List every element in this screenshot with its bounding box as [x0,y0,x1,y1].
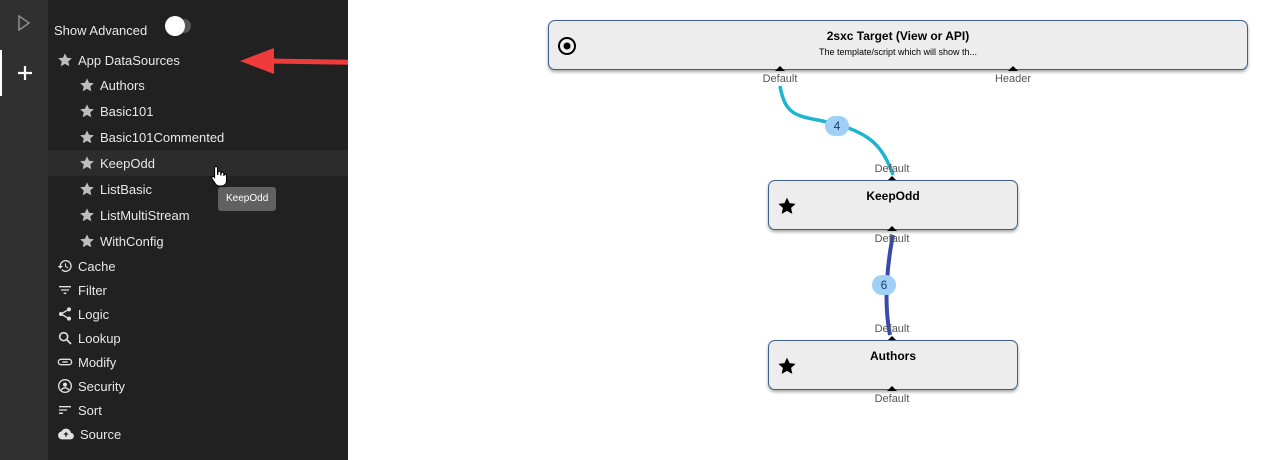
star-icon [80,182,94,196]
category-label: Modify [78,354,117,370]
left-rail [0,0,48,460]
port-label: Default [762,73,798,85]
show-advanced-toggle[interactable] [165,16,191,36]
category-security[interactable]: Security [57,374,125,398]
node-title: 2sxc Target (View or API) [826,29,970,43]
category-label: Logic [78,306,110,322]
output-port[interactable] [887,226,897,231]
show-advanced-label: Show Advanced [54,22,148,38]
port-label: Header [994,73,1032,85]
category-cache[interactable]: Cache [57,254,116,278]
datasource-item-listbasic[interactable]: ListBasic [79,177,152,201]
cloud-upload-icon [58,428,74,440]
star-icon [80,208,94,222]
link-icon [57,358,73,366]
input-port[interactable] [1008,66,1018,71]
input-port[interactable] [775,66,785,71]
category-label: Sort [78,402,102,418]
datasource-item-authors[interactable]: Authors [79,73,145,97]
pipeline-canvas[interactable]: 4 6 2sxc Target (View or API) The templa… [348,0,1268,460]
authors-node[interactable]: Authors [768,340,1018,390]
plus-icon [18,66,32,80]
datasource-item-label: ListMultiStream [100,207,190,223]
category-label: Filter [78,282,107,298]
port-label: Default [874,393,910,405]
keepodd-node[interactable]: KeepOdd [768,180,1018,230]
port-label: Default [874,233,910,245]
star-icon [80,104,94,118]
play-button[interactable] [0,0,48,46]
category-label: Lookup [78,330,121,346]
datasource-item-label: Basic101Commented [100,129,225,145]
datasource-item-label: Basic101 [100,103,154,119]
app-datasources-label: App DataSources [78,52,180,68]
star-icon [80,130,94,144]
datasource-item-basic101[interactable]: Basic101 [79,99,153,123]
connection-count-badge: 6 [872,275,896,295]
category-label: Security [78,378,125,394]
target-node[interactable]: 2sxc Target (View or API) The template/s… [548,20,1248,70]
star-icon [58,53,72,67]
datasource-item-label: KeepOdd [100,155,155,171]
add-button[interactable] [0,50,48,96]
node-title: Authors [870,349,916,363]
sort-icon [59,406,71,414]
hand-cursor-icon [211,165,227,187]
star-icon [80,78,94,92]
port-label: Default [874,163,910,175]
history-icon [57,260,72,272]
star-icon [80,156,94,170]
category-source[interactable]: Source [57,422,121,446]
connection-count-badge: 4 [825,116,849,136]
datasource-item-label: WithConfig [100,233,164,249]
share-icon [59,307,71,321]
port-label: Default [874,323,910,335]
star-icon [80,234,94,248]
show-advanced-row: Show Advanced [54,18,147,42]
datasource-item-listmultistream[interactable]: ListMultiStream [79,203,190,227]
toggle-knob [165,16,185,36]
category-label: Source [80,426,122,442]
datasource-item-label: Authors [100,77,145,93]
node-description: The template/script which will show th..… [818,47,978,57]
datasource-item-withconfig[interactable]: WithConfig [79,229,164,253]
category-filter[interactable]: Filter [57,278,107,302]
output-port[interactable] [887,386,897,391]
category-lookup[interactable]: Lookup [57,326,121,350]
datasource-item-basic101commented[interactable]: Basic101Commented [79,125,224,149]
tooltip: KeepOdd [218,187,277,211]
app-datasources-group[interactable]: App DataSources [57,48,180,72]
category-label: Cache [78,258,116,274]
category-sort[interactable]: Sort [57,398,102,422]
account-circle-icon [58,379,72,393]
node-title: KeepOdd [866,189,920,203]
category-logic[interactable]: Logic [57,302,109,326]
datasource-item-keepodd[interactable]: KeepOdd [79,151,155,175]
datasource-item-label: ListBasic [100,181,153,197]
category-modify[interactable]: Modify [57,350,116,374]
play-icon [18,15,31,31]
search-icon [58,331,72,345]
filter-icon [59,286,71,294]
